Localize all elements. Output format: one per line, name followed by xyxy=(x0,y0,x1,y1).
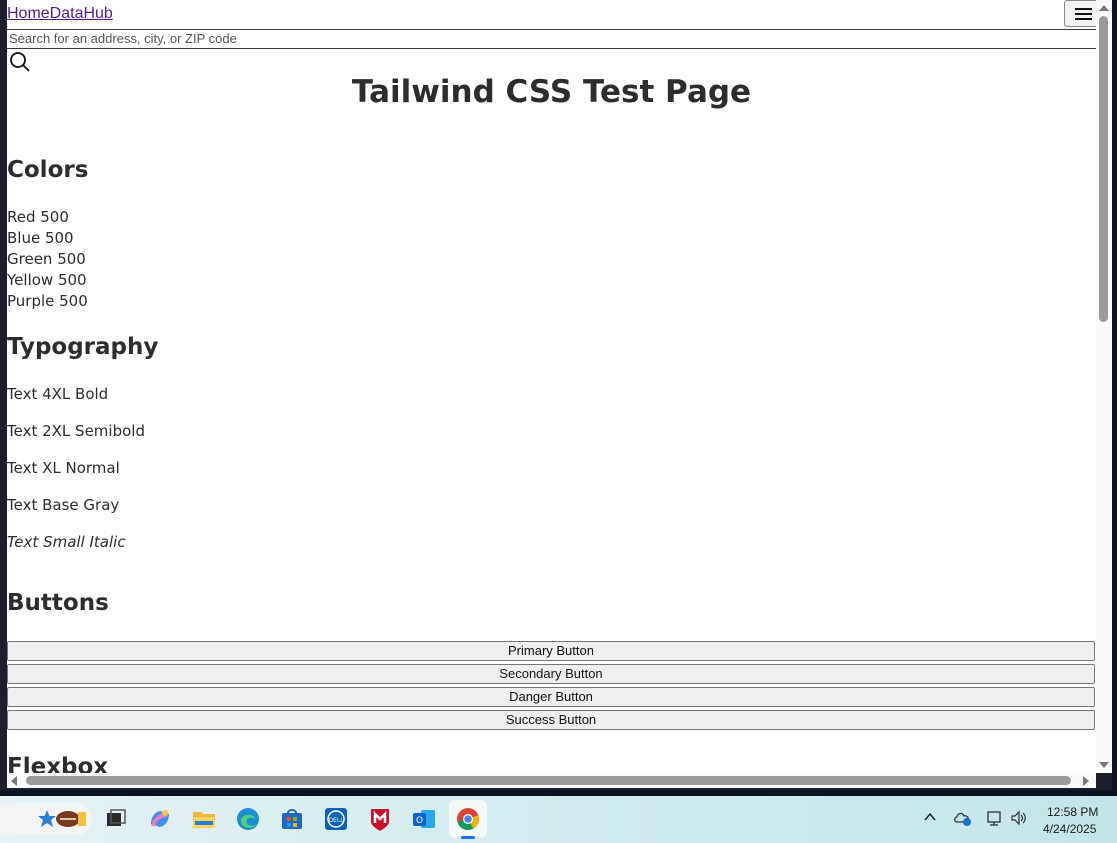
horizontal-scroll-thumb[interactable] xyxy=(26,776,1071,785)
page-viewport: HomeDataHub Tailwind CSS Test Page Color… xyxy=(7,0,1096,773)
typography-sample-2xl-semibold: Text 2XL Semibold xyxy=(7,422,145,440)
section-heading-colors: Colors xyxy=(7,157,89,183)
edge-browser-icon[interactable] xyxy=(233,804,263,834)
taskbar: DELL O 12:58 PM 4/24/2025 xyxy=(0,796,1117,843)
section-heading-buttons: Buttons xyxy=(7,590,109,616)
task-view-icon[interactable] xyxy=(101,804,131,834)
typography-sample-small-italic: Text Small Italic xyxy=(7,533,126,551)
volume-icon[interactable] xyxy=(1009,809,1029,830)
vertical-scroll-thumb[interactable] xyxy=(1099,16,1108,322)
hamburger-menu-icon[interactable] xyxy=(1064,0,1096,27)
section-heading-typography: Typography xyxy=(7,334,159,360)
top-nav: HomeDataHub xyxy=(7,0,1096,30)
brand-link[interactable]: HomeDataHub xyxy=(7,5,113,23)
menu-bar xyxy=(1074,17,1092,20)
microsoft-store-icon[interactable] xyxy=(277,804,307,834)
network-icon[interactable] xyxy=(985,809,1005,830)
scroll-right-arrow-icon[interactable] xyxy=(1083,776,1089,786)
copilot-icon[interactable] xyxy=(145,804,175,834)
chrome-icon[interactable] xyxy=(449,800,487,839)
vertical-scrollbar[interactable] xyxy=(1096,0,1112,773)
scroll-left-arrow-icon[interactable] xyxy=(11,776,17,786)
typography-sample-base-gray: Text Base Gray xyxy=(7,496,120,514)
color-label-purple: Purple 500 xyxy=(7,292,88,310)
search-highlight-icon xyxy=(38,810,86,827)
search-bar xyxy=(7,30,1096,49)
success-button[interactable]: Success Button xyxy=(7,710,1095,730)
menu-bar xyxy=(1074,7,1092,10)
svg-text:DELL: DELL xyxy=(328,817,344,824)
browser-window: HomeDataHub Tailwind CSS Test Page Color… xyxy=(0,0,1112,790)
clock-date[interactable]: 4/24/2025 xyxy=(1043,822,1096,836)
typography-sample-4xl-bold: Text 4XL Bold xyxy=(7,385,109,403)
danger-button[interactable]: Danger Button xyxy=(7,687,1095,707)
color-label-green: Green 500 xyxy=(7,250,86,268)
svg-text:O: O xyxy=(416,816,423,826)
search-input[interactable] xyxy=(7,30,1096,47)
clock-time[interactable]: 12:58 PM xyxy=(1047,805,1098,819)
file-explorer-icon[interactable] xyxy=(189,804,219,834)
page-title: Tailwind CSS Test Page xyxy=(351,74,752,110)
primary-button[interactable]: Primary Button xyxy=(7,641,1095,661)
color-label-yellow: Yellow 500 xyxy=(7,271,87,289)
active-app-indicator xyxy=(461,836,475,839)
scroll-down-arrow-icon[interactable] xyxy=(1099,762,1109,768)
secondary-button[interactable]: Secondary Button xyxy=(7,664,1095,684)
outlook-icon[interactable]: O xyxy=(409,804,439,834)
scroll-up-arrow-icon[interactable] xyxy=(1099,5,1109,11)
show-hidden-icons-chevron-icon[interactable] xyxy=(923,810,937,827)
mcafee-icon[interactable] xyxy=(365,804,395,834)
color-label-red: Red 500 xyxy=(7,208,69,226)
taskbar-search-widget[interactable] xyxy=(0,803,92,835)
typography-sample-xl-normal: Text XL Normal xyxy=(7,459,120,477)
section-heading-flexbox: Flexbox xyxy=(7,754,109,773)
dell-icon[interactable]: DELL xyxy=(321,804,351,834)
onedrive-cloud-icon[interactable] xyxy=(953,809,973,830)
horizontal-scrollbar[interactable] xyxy=(7,773,1096,788)
menu-bar xyxy=(1074,12,1092,15)
color-label-blue: Blue 500 xyxy=(7,229,74,247)
